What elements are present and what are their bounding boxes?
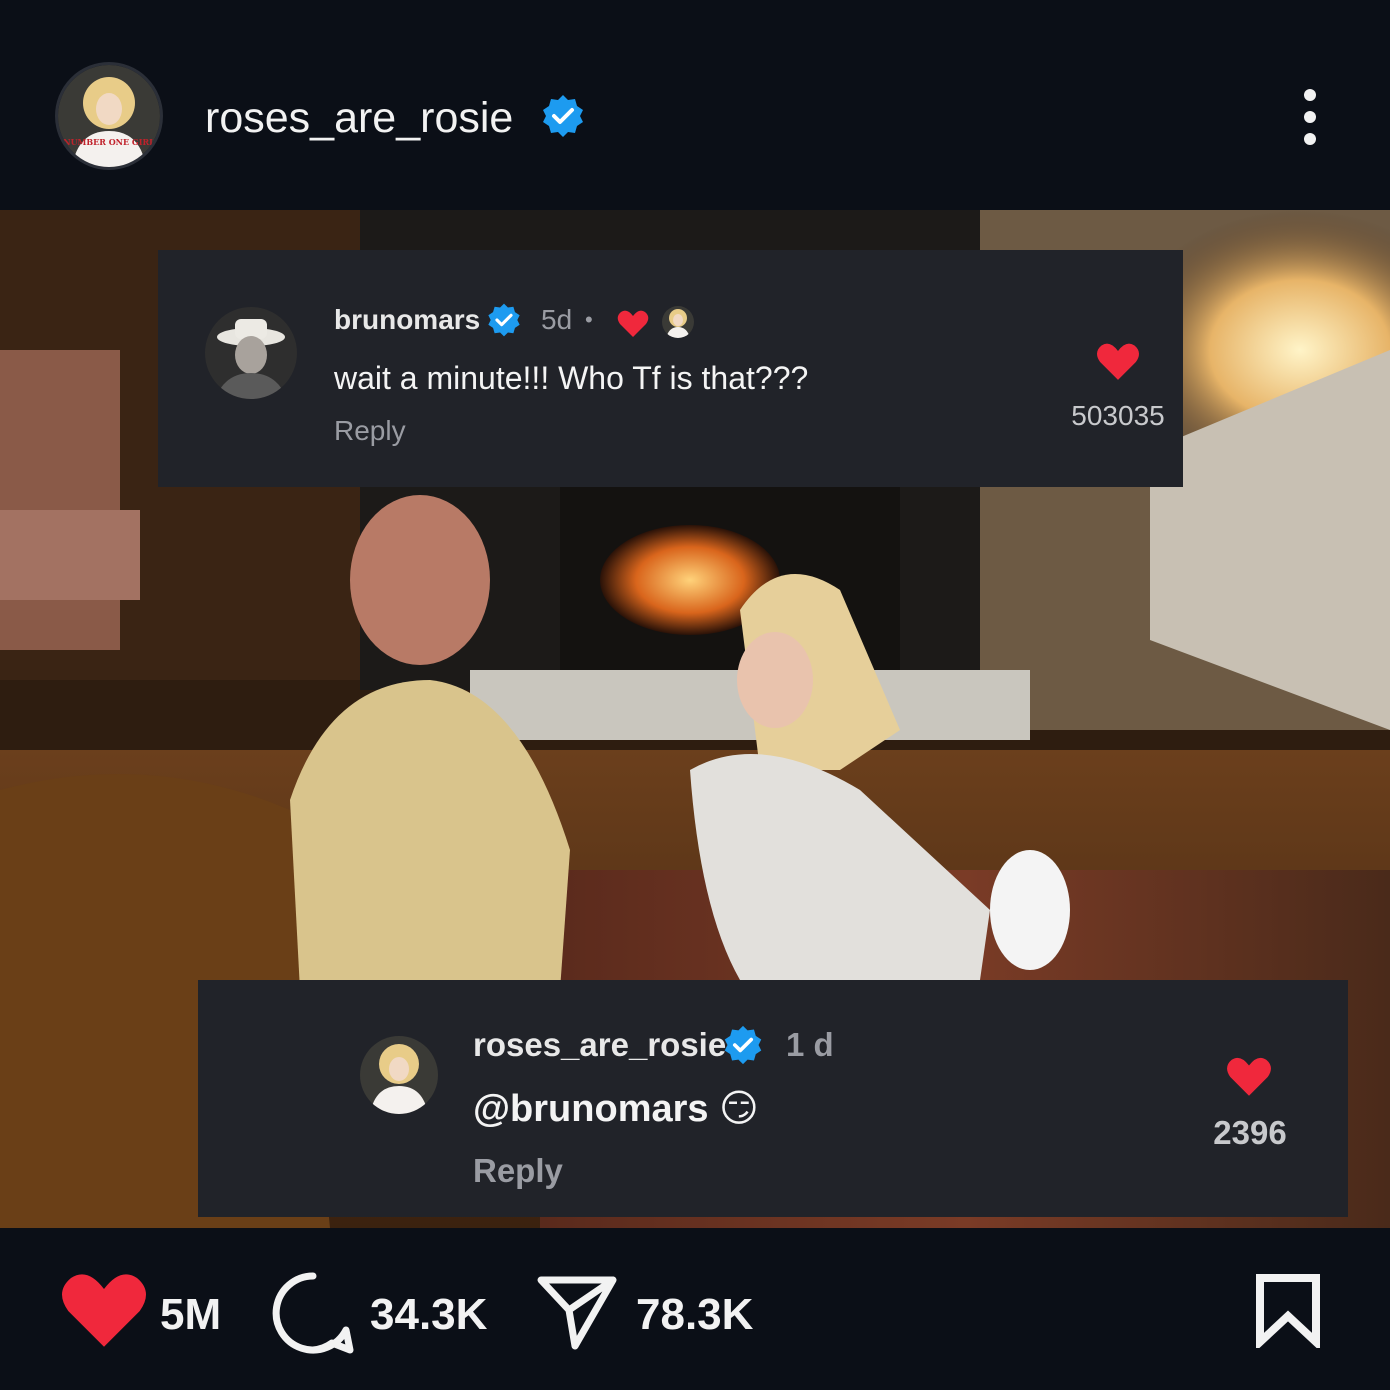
comment-separator: • [585, 307, 593, 332]
comment-card-roses-are-rosie: roses_are_rosie 1 d @brunomars 😏 Reply 2… [198, 980, 1348, 1217]
more-options-icon[interactable] [1290, 85, 1330, 149]
verified-badge-icon [486, 302, 522, 338]
verified-badge-icon [540, 93, 586, 139]
avatar-shirt-text: NUMBER ONE GIRL [63, 137, 155, 147]
post-header: NUMBER ONE GIRL roses_are_rosie [0, 0, 1390, 210]
author-avatar[interactable]: NUMBER ONE GIRL [55, 62, 163, 170]
comment-card-brunomars: brunomars 5d • wait a minute!!! Who Tf i… [158, 250, 1183, 487]
comment-username[interactable]: brunomars [334, 304, 480, 336]
verified-badge-icon [722, 1024, 764, 1066]
comment-text: wait a minute!!! Who Tf is that??? [334, 360, 809, 396]
comment-like-count: 2396 [1213, 1114, 1287, 1151]
comment-text: @brunomars 😏 [473, 1088, 759, 1130]
share-icon[interactable] [535, 1272, 619, 1357]
comment-like-heart-icon[interactable] [1226, 1056, 1272, 1103]
comment-like-heart-icon[interactable] [1096, 342, 1140, 387]
comment-username[interactable]: roses_are_rosie [473, 1026, 726, 1064]
commenter-avatar[interactable] [360, 1036, 438, 1114]
comment-count: 34.3K [370, 1290, 488, 1339]
commenter-avatar[interactable] [205, 307, 297, 399]
author-username[interactable]: roses_are_rosie [205, 92, 513, 144]
like-count: 5M [160, 1290, 222, 1339]
comment-like-count: 503035 [1071, 400, 1165, 431]
author-liked-avatar [662, 306, 694, 338]
reply-button[interactable]: Reply [473, 1152, 563, 1190]
comment-icon[interactable] [270, 1270, 356, 1361]
author-liked-heart-icon [617, 310, 649, 343]
comment-time: 1 d [786, 1026, 834, 1063]
comment-time: 5d [541, 304, 573, 335]
reply-button[interactable]: Reply [334, 414, 406, 448]
heart-icon[interactable] [60, 1272, 148, 1355]
bookmark-icon[interactable] [1252, 1272, 1324, 1353]
share-count: 78.3K [636, 1290, 754, 1339]
